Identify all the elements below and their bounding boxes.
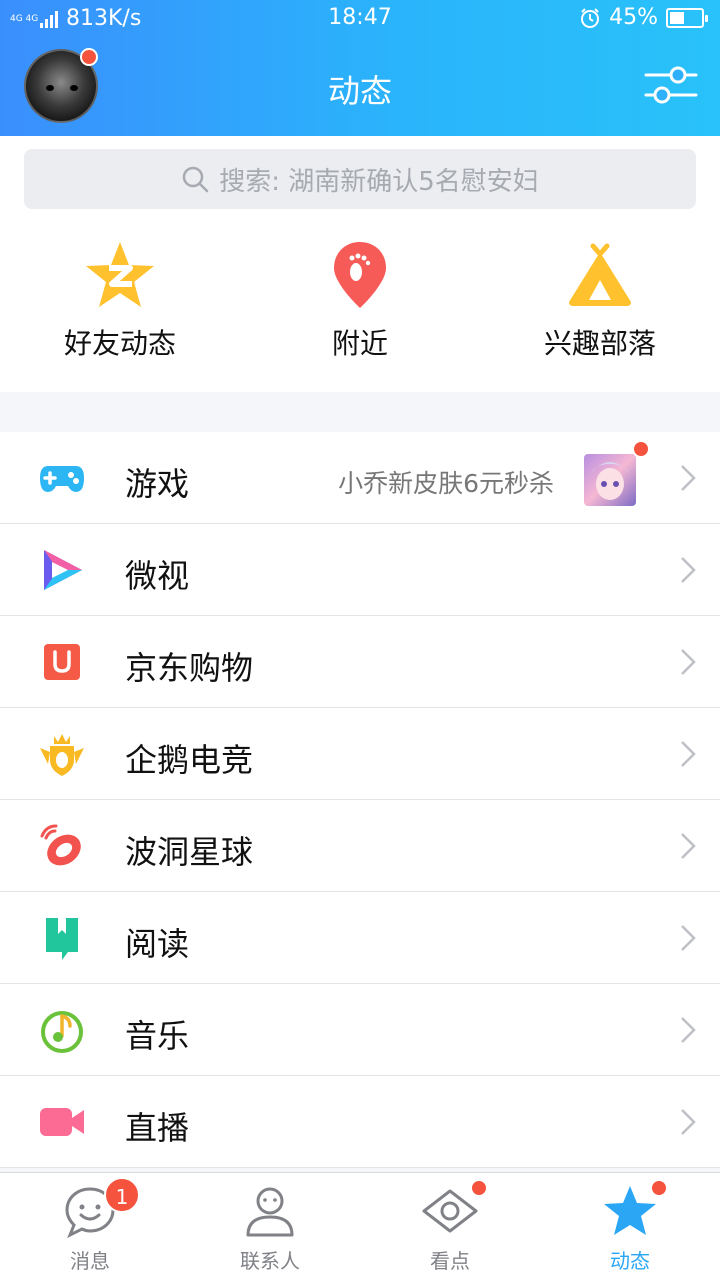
unread-badge: 1: [104, 1177, 140, 1213]
list-item-weishi[interactable]: 微视: [0, 524, 720, 616]
list-item-label: 企鹅电竞: [125, 741, 254, 779]
chevron-right-icon: [681, 1017, 696, 1043]
list-item-label: 波洞星球: [125, 833, 254, 871]
chevron-right-icon: [681, 1109, 696, 1135]
avatar-notification-dot: [80, 48, 98, 66]
tab-label: 消息: [70, 1249, 110, 1273]
list-item-label: 游戏: [125, 465, 190, 503]
top-header: 4G 4G 813K/s 18:47 45% 动态: [0, 0, 720, 136]
list-item-label: 微视: [125, 557, 190, 595]
list-item-label: 直播: [125, 1109, 190, 1147]
feed-star-icon: [604, 1186, 656, 1235]
reading-book-icon: [46, 918, 78, 960]
list-item-label: 音乐: [125, 1017, 190, 1055]
search-placeholder: 搜索: 湖南新确认5名慰安妇: [219, 166, 539, 197]
game-promo-thumbnail: [584, 454, 636, 506]
music-note-icon: [41, 1011, 83, 1053]
chevron-right-icon: [681, 925, 696, 951]
gamepad-icon: [40, 466, 84, 492]
quick-entry-label: 好友动态: [63, 327, 176, 360]
feed-notification-dot: [650, 1179, 668, 1197]
quick-entry-friends-feed[interactable]: 好友动态: [0, 240, 240, 362]
tab-feed[interactable]: 动态: [540, 1173, 720, 1280]
jd-shopping-icon: [44, 644, 80, 680]
chevron-right-icon: [681, 557, 696, 583]
list-item-penguin-esports[interactable]: 企鹅电竞: [0, 708, 720, 800]
chevron-right-icon: [681, 465, 696, 491]
bodong-planet-icon: [40, 824, 81, 866]
search-and-shortcuts-panel: 搜索: 湖南新确认5名慰安妇 好友动态 附近 兴趣部落: [0, 136, 720, 392]
tab-label: 联系人: [240, 1249, 300, 1273]
tab-label: 动态: [610, 1249, 650, 1273]
search-icon: [182, 166, 209, 193]
feature-list: 游戏 小乔新皮肤6元秒杀 微视 京东购物 企鹅电竞 波洞星球 阅读 音乐 直播: [0, 432, 720, 1168]
penguin-esports-icon: [40, 734, 84, 776]
list-item-label: 阅读: [125, 925, 190, 963]
list-item-games[interactable]: 游戏 小乔新皮肤6元秒杀: [0, 432, 720, 524]
chevron-right-icon: [681, 741, 696, 767]
tab-messages[interactable]: 1 消息: [0, 1173, 180, 1280]
interest-tribe-tent-icon: [569, 243, 631, 306]
live-camera-icon: [40, 1108, 84, 1136]
list-item-jd-shopping[interactable]: 京东购物: [0, 616, 720, 708]
list-item-bodong-planet[interactable]: 波洞星球: [0, 800, 720, 892]
filter-settings-icon[interactable]: [644, 65, 698, 105]
weishi-play-icon: [44, 550, 82, 590]
tab-contacts[interactable]: 联系人: [180, 1173, 360, 1280]
alarm-clock-icon: [581, 7, 600, 28]
list-item-live[interactable]: 直播: [0, 1076, 720, 1168]
quick-entry-interest-tribe[interactable]: 兴趣部落: [480, 240, 720, 362]
page-title: 动态: [327, 72, 392, 110]
status-bar: 4G 4G 813K/s 18:47 45%: [0, 0, 720, 36]
contacts-icon: [246, 1187, 294, 1237]
kandian-notification-dot: [470, 1179, 488, 1197]
game-promo-text: 小乔新皮肤6元秒杀: [338, 469, 554, 498]
friends-feed-star-icon: [86, 242, 154, 307]
nearby-location-icon: [334, 242, 386, 308]
search-input[interactable]: 搜索: 湖南新确认5名慰安妇: [24, 149, 696, 209]
list-item-label: 京东购物: [125, 649, 254, 687]
tab-label: 看点: [430, 1249, 470, 1273]
bottom-tab-bar: 1 消息 联系人 看点 动态: [0, 1172, 720, 1280]
game-promo-notification-dot: [632, 440, 650, 458]
chevron-right-icon: [681, 833, 696, 859]
tab-kandian[interactable]: 看点: [360, 1173, 540, 1280]
quick-entry-label: 兴趣部落: [543, 327, 656, 360]
list-item-music[interactable]: 音乐: [0, 984, 720, 1076]
battery-icon: [666, 7, 708, 28]
battery-percent: 45%: [609, 5, 658, 30]
kandian-eye-icon: [422, 1189, 478, 1233]
chevron-right-icon: [681, 649, 696, 675]
quick-entry-nearby[interactable]: 附近: [240, 240, 480, 362]
quick-entry-label: 附近: [331, 327, 388, 360]
list-item-reading[interactable]: 阅读: [0, 892, 720, 984]
